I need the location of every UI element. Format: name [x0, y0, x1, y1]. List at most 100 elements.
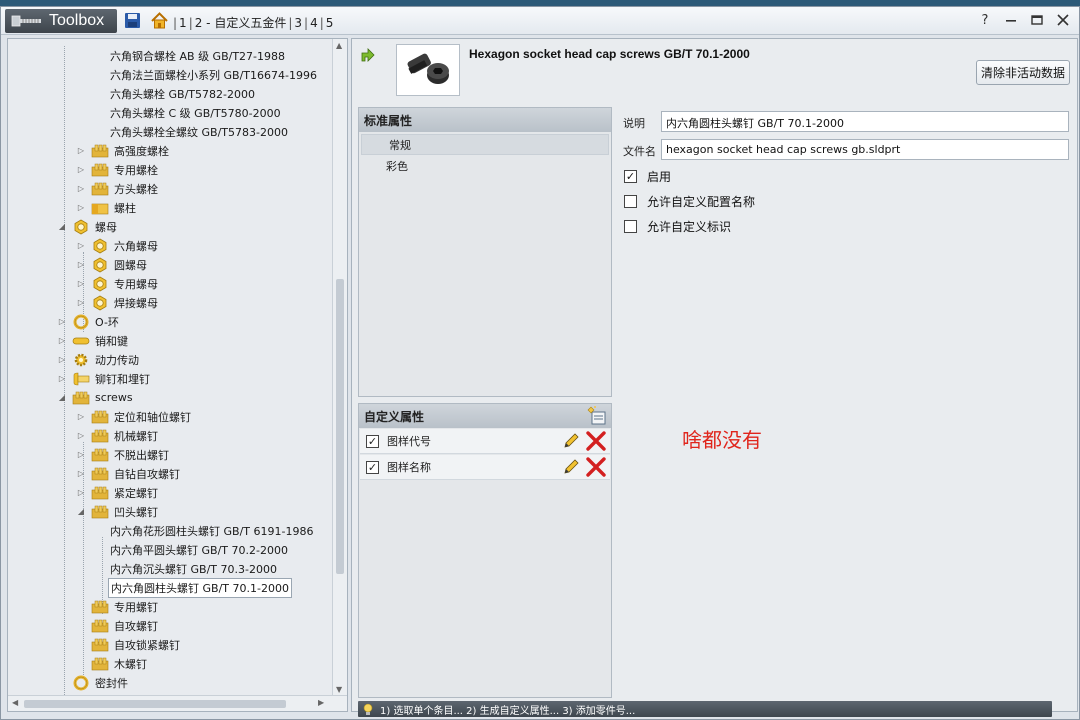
- tree-item[interactable]: 内六角花形圆柱头螺钉 GB/T 6191-1986: [108, 521, 315, 540]
- tree-item[interactable]: ▷ 不脱出螺钉: [75, 445, 171, 464]
- delete-icon[interactable]: [585, 457, 607, 477]
- tree-item[interactable]: 六角头螺栓 GB/T5782-2000: [108, 84, 257, 103]
- enable-checkbox-row[interactable]: ✓ 启用: [624, 168, 671, 185]
- expand-arrow-icon[interactable]: ▷: [75, 449, 87, 461]
- home-icon[interactable]: [150, 11, 169, 30]
- expand-arrow-icon[interactable]: ▷: [75, 145, 87, 157]
- expand-arrow-icon[interactable]: ▷: [56, 354, 68, 366]
- tree-item[interactable]: 自攻锁紧螺钉: [75, 635, 182, 654]
- expand-arrow-icon[interactable]: ▷: [75, 278, 87, 290]
- custom-property-checkbox[interactable]: ✓: [366, 434, 379, 448]
- allow-custom-config-name-row[interactable]: 允许自定义配置名称: [624, 193, 755, 210]
- tree-item[interactable]: ▷ 销和键: [56, 331, 130, 350]
- expand-arrow-icon[interactable]: ▷: [75, 468, 87, 480]
- add-property-icon[interactable]: [587, 406, 607, 426]
- tree-hscroll-thumb[interactable]: [24, 700, 286, 708]
- custom-property-row[interactable]: ✓ 图样名称: [360, 455, 610, 480]
- expand-arrow-icon[interactable]: ▷: [56, 373, 68, 385]
- delete-icon[interactable]: [585, 431, 607, 451]
- expand-arrow-icon[interactable]: ▷: [75, 183, 87, 195]
- tree-item[interactable]: 六角钢合螺栓 AB 级 GB/T27-1988: [108, 46, 287, 65]
- scroll-left-icon[interactable]: ◀: [12, 698, 18, 707]
- tree-vertical-scrollbar[interactable]: ▲ ▼: [332, 39, 347, 696]
- custom-property-checkbox[interactable]: ✓: [366, 460, 379, 474]
- tree-item[interactable]: ▷ 焊接螺母: [75, 293, 160, 312]
- tree-horizontal-scrollbar[interactable]: ◀ ▶: [8, 695, 347, 711]
- tree-item[interactable]: ▷ 六角螺母: [75, 236, 160, 255]
- expand-arrow-icon[interactable]: ▷: [75, 430, 87, 442]
- expand-arrow-icon[interactable]: ▷: [56, 335, 68, 347]
- expand-arrow-icon[interactable]: ▷: [75, 240, 87, 252]
- tree-item[interactable]: 六角头螺栓全螺纹 GB/T5783-2000: [108, 122, 290, 141]
- tree-item[interactable]: ▷ 方头螺栓: [75, 179, 160, 198]
- expand-arrow-icon[interactable]: ▷: [56, 316, 68, 328]
- scroll-down-icon[interactable]: ▼: [336, 685, 342, 694]
- collapse-arrow-icon[interactable]: ◢: [56, 221, 68, 233]
- tree-item[interactable]: ▷ 专用螺母: [75, 274, 160, 293]
- tree-item-selected[interactable]: 内六角圆柱头螺钉 GB/T 70.1-2000: [108, 577, 292, 598]
- help-button[interactable]: ?: [977, 12, 993, 28]
- scroll-up-icon[interactable]: ▲: [336, 41, 342, 50]
- filename-input[interactable]: hexagon socket head cap screws gb.sldprt: [661, 139, 1069, 160]
- tree-item[interactable]: ▷ 自钻自攻螺钉: [75, 464, 182, 483]
- enable-checkbox[interactable]: ✓: [624, 170, 637, 183]
- pencil-icon[interactable]: [562, 432, 580, 450]
- allow-custom-config-name-checkbox[interactable]: [624, 195, 637, 208]
- expand-arrow-icon[interactable]: ▷: [75, 202, 87, 214]
- tree-item[interactable]: ▷ 定位和轴位螺钉: [75, 407, 193, 426]
- tree-item[interactable]: 专用螺钉: [75, 597, 160, 616]
- tree-item[interactable]: ▷ 高强度螺栓: [75, 141, 171, 160]
- expand-arrow-icon[interactable]: ▷: [75, 259, 87, 271]
- tree-item-label: 六角法兰面螺栓小系列 GB/T16674-1996: [110, 68, 317, 82]
- expand-arrow-icon[interactable]: ▷: [75, 164, 87, 176]
- tree-item[interactable]: ◢ 螺母: [56, 217, 119, 236]
- tree-item[interactable]: 内六角沉头螺钉 GB/T 70.3-2000: [108, 559, 279, 578]
- expand-arrow-icon[interactable]: ▷: [75, 487, 87, 499]
- tab-3[interactable]: 3: [294, 16, 302, 30]
- collapse-arrow-icon[interactable]: ◢: [75, 506, 87, 518]
- part-thumbnail: [396, 44, 460, 96]
- maximize-icon[interactable]: [1029, 12, 1045, 28]
- tree-item[interactable]: ◢ screws: [56, 388, 135, 407]
- allow-custom-id-checkbox[interactable]: [624, 220, 637, 233]
- minimize-icon[interactable]: [1003, 12, 1019, 28]
- save-icon[interactable]: [124, 12, 141, 29]
- allow-custom-id-row[interactable]: 允许自定义标识: [624, 218, 731, 235]
- tree-item[interactable]: ▷ O-环: [56, 312, 121, 331]
- tree-item[interactable]: ▷ 紧定螺钉: [75, 483, 160, 502]
- standard-properties-header: 标准属性: [359, 108, 611, 132]
- o-ring-icon: [72, 314, 90, 330]
- tree-item[interactable]: ▷ 动力传动: [56, 350, 141, 369]
- collapse-arrow-icon[interactable]: ◢: [56, 392, 68, 404]
- tree-item[interactable]: 自攻螺钉: [75, 616, 160, 635]
- bolt-folder-icon: [91, 409, 109, 425]
- standard-item-color[interactable]: 彩色: [359, 155, 611, 176]
- tree-item[interactable]: 内六角平圆头螺钉 GB/T 70.2-2000: [108, 540, 290, 559]
- tree-item[interactable]: ▷ 圆螺母: [75, 255, 149, 274]
- description-input[interactable]: 内六角圆柱头螺钉 GB/T 70.1-2000: [661, 111, 1069, 132]
- tree-item[interactable]: ▷ 专用螺栓: [75, 160, 160, 179]
- tab-4[interactable]: 4: [310, 16, 318, 30]
- pencil-icon[interactable]: [562, 458, 580, 476]
- clear-inactive-data-button[interactable]: 清除非活动数据: [976, 60, 1070, 85]
- standard-item-general[interactable]: 常规: [361, 134, 609, 155]
- green-arrow-icon[interactable]: [359, 46, 377, 64]
- expand-arrow-icon[interactable]: ▷: [75, 411, 87, 423]
- tree-item[interactable]: 密封件: [56, 673, 130, 692]
- tab-5[interactable]: 5: [326, 16, 334, 30]
- tree-item[interactable]: ▷ 螺柱: [75, 198, 138, 217]
- tree-item[interactable]: 木螺钉: [75, 654, 149, 673]
- tree-item[interactable]: ◢ 凹头螺钉: [75, 502, 160, 521]
- tree-item[interactable]: ▷ 机械螺钉: [75, 426, 160, 445]
- tab-1[interactable]: 1: [179, 16, 187, 30]
- tree-item[interactable]: 六角头螺栓 C 级 GB/T5780-2000: [108, 103, 283, 122]
- tree-item[interactable]: ▷ 铆钉和埋钉: [56, 369, 152, 388]
- tab-2[interactable]: 2 - 自定义五金件: [195, 14, 287, 31]
- nut-icon: [91, 257, 109, 273]
- close-icon[interactable]: [1055, 12, 1071, 28]
- custom-property-row[interactable]: ✓ 图样代号: [360, 429, 610, 454]
- expand-arrow-icon[interactable]: ▷: [75, 297, 87, 309]
- scroll-right-icon[interactable]: ▶: [318, 698, 324, 707]
- tree-vscroll-thumb[interactable]: [336, 279, 344, 574]
- tree-item[interactable]: 六角法兰面螺栓小系列 GB/T16674-1996: [108, 65, 319, 84]
